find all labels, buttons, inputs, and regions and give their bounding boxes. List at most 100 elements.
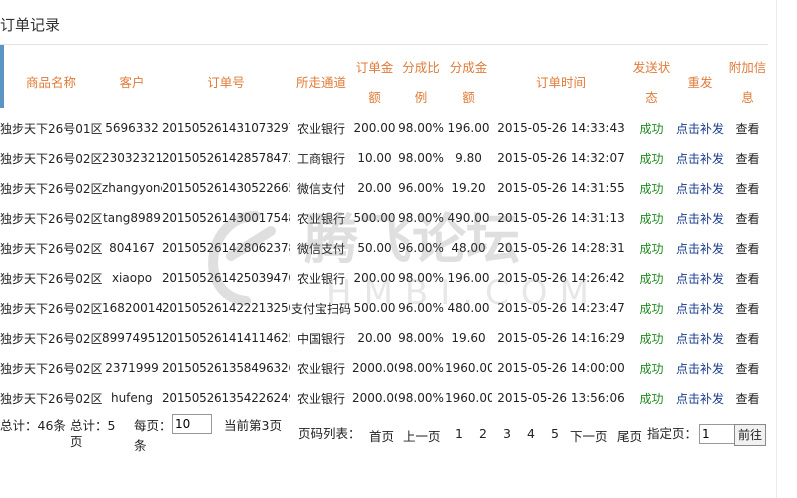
cell-share: 480.00 [447,301,490,315]
panel-right-border [776,0,777,498]
col-header-channel: 所走通道 [295,75,346,90]
per-page-input[interactable] [172,414,212,434]
cell-customer: 16820014 [102,301,162,315]
cell-product: 独步天下26号02区 [0,361,102,376]
cell-channel: 农业银行 [296,391,345,406]
cell-ratio: 98.00% [398,121,444,135]
pager-page-2[interactable]: 2 [479,426,487,441]
cell-amount: 20.00 [357,181,392,195]
resend-link[interactable]: 点击补发 [673,203,727,233]
cell-order-no: 201505261428578472 [162,151,290,165]
cell-order-no: 201505261358496326 [162,361,290,375]
total-pages: 总计：5页 [70,418,116,449]
cell-status: 成功 [639,331,664,346]
col-header-ratio: 分成比例 [402,60,440,105]
resend-link[interactable]: 点击补发 [673,323,727,353]
cell-order-no: 201505261425039470 [162,271,290,285]
cell-share: 19.60 [451,331,486,345]
cell-product: 独步天下26号02区 [0,271,102,286]
table-row: 独步天下26号01区 5696332 201505261431073297 农业… [0,113,768,143]
resend-link[interactable]: 点击补发 [673,113,727,143]
cell-time: 2015-05-26 14:33:43 [497,121,625,135]
cell-channel: 农业银行 [296,271,345,286]
pagination-bar: 总计：46条 总计：5页 每页： 条 当前第3页 页码列表： 首页 上一页 1 … [0,414,776,458]
table-row: 独步天下26号02区 tang8989 201505261430017548 农… [0,203,768,233]
pager-first-link[interactable]: 首页 [369,426,394,445]
view-extra-link[interactable]: 查看 [727,143,768,173]
goto-label: 指定页： [647,426,698,441]
cell-customer: hufeng [110,391,154,405]
cell-order-no: 201505261354226249 [162,391,290,405]
col-header-share: 分成金额 [449,60,488,105]
pager-label: 页码列表： [298,426,361,441]
title-divider [0,44,768,45]
goto-button[interactable]: 前往 [734,424,766,446]
cell-product: 独步天下26号02区 [0,241,102,256]
pager-page-1[interactable]: 1 [455,426,463,441]
cell-time: 2015-05-26 14:23:47 [497,301,625,315]
cell-share: 490.00 [447,211,490,225]
cell-time: 2015-05-26 13:56:06 [497,391,625,405]
cell-status: 成功 [639,181,664,196]
table-row: 独步天下26号02区 hufeng 201505261354226249 农业银… [0,383,768,413]
cell-order-no: 201505261430017548 [162,211,290,225]
cell-status: 成功 [639,271,664,286]
col-header-resend: 重发 [687,75,713,90]
resend-link[interactable]: 点击补发 [673,143,727,173]
col-header-time: 订单时间 [535,75,586,90]
order-table: 商品名称 客户 订单号 所走通道 订单金额 分成比例 分成金额 订单时间 发送状… [0,53,768,413]
view-extra-link[interactable]: 查看 [727,383,768,413]
cell-product: 独步天下26号02区 [0,301,102,316]
view-extra-link[interactable]: 查看 [727,263,768,293]
cell-status: 成功 [639,391,664,406]
cell-amount: 2000.00 [352,361,397,375]
view-extra-link[interactable]: 查看 [727,353,768,383]
resend-link[interactable]: 点击补发 [673,353,727,383]
pager-page-3[interactable]: 3 [503,426,511,441]
cell-amount: 10.00 [357,151,392,165]
page-title: 订单记录 [0,16,61,34]
cell-amount: 50.00 [357,241,392,255]
cell-customer: 23032321 [102,151,162,165]
cell-status: 成功 [639,301,664,316]
view-extra-link[interactable]: 查看 [727,233,768,263]
cell-time: 2015-05-26 14:16:29 [497,331,625,345]
goto-page-input[interactable] [699,424,737,444]
cell-channel: 农业银行 [296,121,345,136]
cell-channel: 中国银行 [296,331,345,346]
pager-prev-link[interactable]: 上一页 [403,426,441,445]
resend-link[interactable]: 点击补发 [673,293,727,323]
cell-channel: 支付宝扫码 [290,301,351,316]
cell-amount: 500.00 [353,211,396,225]
pager-page-4[interactable]: 4 [527,426,535,441]
view-extra-link[interactable]: 查看 [727,293,768,323]
cell-status: 成功 [639,241,664,256]
view-extra-link[interactable]: 查看 [727,203,768,233]
cell-channel: 微信支付 [296,241,345,256]
pager-next-link[interactable]: 下一页 [570,426,608,445]
resend-link[interactable]: 点击补发 [673,233,727,263]
resend-link[interactable]: 点击补发 [673,383,727,413]
cell-share: 48.00 [451,241,486,255]
cell-status: 成功 [639,211,664,226]
cell-amount: 200.00 [353,121,396,135]
table-row: 独步天下26号02区 2371999 201505261358496326 农业… [0,353,768,383]
col-header-order-no: 订单号 [207,75,245,90]
cell-channel: 微信支付 [296,181,345,196]
cell-ratio: 98.00% [398,271,444,285]
pager-last-link[interactable]: 尾页 [617,426,642,445]
view-extra-link[interactable]: 查看 [727,323,768,353]
cell-order-no: 201505261414114625 [162,331,290,345]
view-extra-link[interactable]: 查看 [727,113,768,143]
cell-ratio: 96.00% [398,181,444,195]
resend-link[interactable]: 点击补发 [673,263,727,293]
pager-page-5[interactable]: 5 [551,426,559,441]
cell-share: 9.80 [455,151,482,165]
view-extra-link[interactable]: 查看 [727,173,768,203]
cell-customer: xiaopo [111,271,153,285]
order-table-body: 独步天下26号01区 5696332 201505261431073297 农业… [0,113,768,413]
cell-time: 2015-05-26 14:28:31 [497,241,625,255]
resend-link[interactable]: 点击补发 [673,173,727,203]
cell-time: 2015-05-26 14:00:00 [497,361,625,375]
cell-order-no: 201505261431073297 [162,121,290,135]
